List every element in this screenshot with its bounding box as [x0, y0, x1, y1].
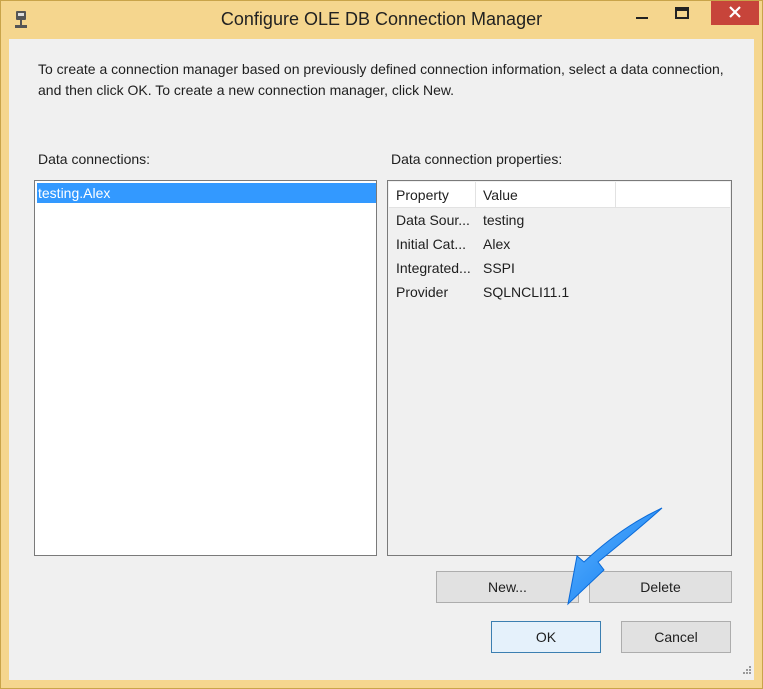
minimize-icon	[636, 6, 648, 22]
dialog-window: Configure OLE DB Connection Manager To c…	[0, 0, 763, 689]
data-connections-label: Data connections:	[38, 151, 151, 167]
table-row: Provider SQLNCLI11.1	[389, 280, 730, 304]
dialog-body: To create a connection manager based on …	[9, 39, 754, 680]
properties-grid: Property Value Data Sour... testing Init…	[387, 180, 732, 556]
property-name: Data Sour...	[396, 212, 470, 228]
properties-header: Property Value	[389, 182, 730, 208]
minimize-button[interactable]	[627, 1, 657, 27]
cancel-button[interactable]: Cancel	[621, 621, 731, 653]
table-row: Integrated... SSPI	[389, 256, 730, 280]
property-name: Integrated...	[396, 260, 471, 276]
list-item[interactable]: testing.Alex	[37, 183, 376, 203]
data-connection-properties-label: Data connection properties:	[391, 151, 563, 167]
property-value: Alex	[483, 236, 511, 252]
column-header-property[interactable]: Property	[389, 182, 476, 207]
table-row: Data Sour... testing	[389, 208, 730, 232]
property-name: Provider	[396, 284, 449, 300]
close-icon	[728, 5, 742, 22]
title-bar[interactable]: Configure OLE DB Connection Manager	[1, 1, 762, 39]
resize-grip-icon[interactable]	[742, 662, 752, 678]
data-connections-list[interactable]: testing.Alex	[34, 180, 377, 556]
column-header-value[interactable]: Value	[476, 182, 616, 207]
instructions-text: To create a connection manager based on …	[38, 61, 724, 98]
new-button[interactable]: New...	[436, 571, 579, 603]
maximize-icon	[675, 6, 689, 22]
property-value: SQLNCLI11.1	[483, 284, 570, 300]
close-button[interactable]	[711, 1, 759, 25]
maximize-button[interactable]	[667, 1, 697, 27]
table-row: Initial Cat... Alex	[389, 232, 730, 256]
ok-button[interactable]: OK	[491, 621, 601, 653]
delete-button[interactable]: Delete	[589, 571, 732, 603]
property-name: Initial Cat...	[396, 236, 467, 252]
property-value: SSPI	[483, 260, 515, 276]
property-value: testing	[483, 212, 525, 228]
